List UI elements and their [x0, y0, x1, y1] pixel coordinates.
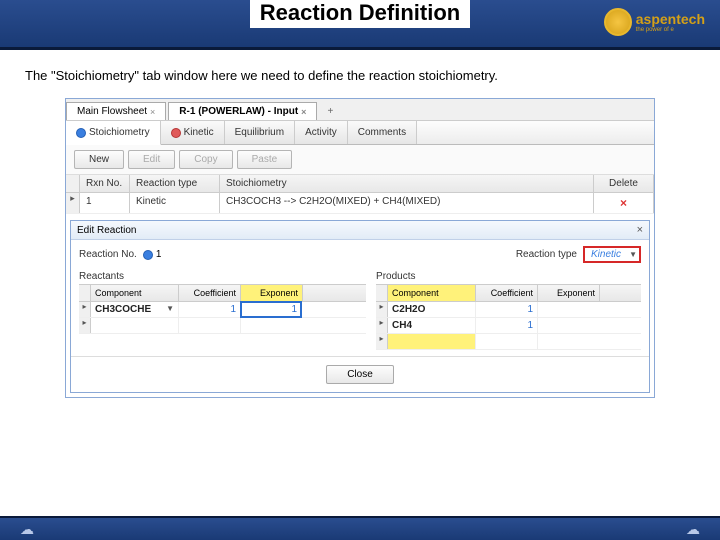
cell-rxn-no: 1 [80, 193, 130, 213]
products-title: Products [376, 271, 641, 282]
reactant-row-empty[interactable]: ▸ [79, 318, 366, 334]
subtab-activity[interactable]: Activity [295, 121, 348, 144]
edit-reaction-dialog: Edit Reaction × Reaction No. 1 Reaction … [70, 220, 650, 393]
reactants-panel: Reactants Component Coefficient Exponent… [79, 271, 366, 350]
slide-footer: ☁ ☁ [0, 516, 720, 540]
tab-label: Main Flowsheet [77, 106, 147, 117]
col-component: Component [388, 285, 476, 301]
chevron-down-icon: ▼ [629, 250, 637, 259]
reaction-no-text: 1 [156, 249, 162, 260]
copy-button[interactable]: Copy [179, 150, 232, 169]
logo-text: aspentech [636, 11, 705, 27]
products-header: Component Coefficient Exponent [376, 284, 641, 302]
close-button[interactable]: Close [326, 365, 394, 384]
product-row[interactable]: ▸ CH4 1 [376, 318, 641, 334]
product-component-cell[interactable]: CH4 [388, 318, 476, 333]
product-component-cell[interactable]: C2H2O [388, 302, 476, 317]
reaction-type-label: Reaction type [516, 249, 577, 260]
dialog-footer: Close [71, 356, 649, 392]
dialog-title: Edit Reaction [77, 225, 136, 236]
slide-title: Reaction Definition [250, 0, 470, 28]
reactants-title: Reactants [79, 271, 366, 282]
reactant-coefficient-cell[interactable]: 1 [179, 302, 241, 317]
delete-icon: × [620, 196, 627, 210]
row-marker-header [66, 175, 80, 192]
logo-icon [604, 8, 632, 36]
tab-main-flowsheet[interactable]: Main Flowsheet × [66, 102, 166, 120]
app-window: Main Flowsheet × R-1 (POWERLAW) - Input … [65, 98, 655, 398]
tab-add-button[interactable]: + [319, 103, 341, 120]
subtab-label: Stoichiometry [89, 127, 150, 138]
subtab-comments[interactable]: Comments [348, 121, 417, 144]
reactant-exponent-cell[interactable]: 1 [241, 302, 301, 317]
subtab-label: Comments [358, 127, 406, 138]
product-row[interactable]: ▸ C2H2O 1 [376, 302, 641, 318]
required-icon [171, 128, 181, 138]
subtab-strip: Stoichiometry Kinetic Equilibrium Activi… [66, 121, 654, 145]
cell-reaction-type: Kinetic [130, 193, 220, 213]
subtab-label: Activity [305, 127, 337, 138]
edit-button[interactable]: Edit [128, 150, 175, 169]
paste-button[interactable]: Paste [237, 150, 293, 169]
reaction-type-dropdown[interactable]: Kinetic ▼ [583, 246, 641, 263]
reaction-fields: Reaction No. 1 Reaction type Kinetic ▼ [79, 246, 641, 263]
product-component-cell-active[interactable] [388, 334, 476, 349]
new-button[interactable]: New [74, 150, 124, 169]
row-marker: ▸ [79, 302, 91, 317]
close-icon[interactable]: × [150, 107, 155, 117]
document-tab-strip: Main Flowsheet × R-1 (POWERLAW) - Input … [66, 99, 654, 121]
col-component: Component [91, 285, 179, 301]
col-delete: Delete [594, 175, 654, 192]
dialog-close-button[interactable]: × [637, 224, 643, 236]
chevron-down-icon: ▼ [166, 304, 174, 313]
logo: aspentech the power of e [604, 8, 705, 36]
logo-subtext: the power of e [636, 27, 705, 33]
col-coefficient: Coefficient [179, 285, 241, 301]
cloud-icon: ☁ [686, 521, 700, 538]
product-coefficient-cell[interactable]: 1 [476, 318, 538, 333]
dialog-titlebar: Edit Reaction × [71, 221, 649, 240]
col-rxn-no: Rxn No. [80, 175, 130, 192]
subtab-equilibrium[interactable]: Equilibrium [225, 121, 295, 144]
reaction-grid-row[interactable]: ▸ 1 Kinetic CH3COCH3 --> C2H2O(MIXED) + … [66, 193, 654, 214]
cloud-icon: ☁ [20, 521, 34, 538]
product-exponent-cell[interactable] [538, 318, 598, 333]
col-exponent: Exponent [538, 285, 600, 301]
close-icon[interactable]: × [301, 107, 306, 117]
tab-reaction-input[interactable]: R-1 (POWERLAW) - Input × [168, 102, 317, 120]
col-reaction-type: Reaction type [130, 175, 220, 192]
check-icon [143, 250, 153, 260]
product-exponent-cell[interactable] [538, 302, 598, 317]
tab-label: R-1 (POWERLAW) - Input [179, 106, 298, 117]
col-exponent: Exponent [241, 285, 303, 301]
reaction-type-value: Kinetic [591, 249, 621, 260]
subtab-kinetic[interactable]: Kinetic [161, 121, 225, 144]
product-row-empty[interactable]: ▸ [376, 334, 641, 350]
products-panel: Products Component Coefficient Exponent … [376, 271, 641, 350]
subtab-label: Equilibrium [235, 127, 284, 138]
cell-stoichiometry: CH3COCH3 --> C2H2O(MIXED) + CH4(MIXED) [220, 193, 594, 213]
slide-description: The "Stoichiometry" tab window here we n… [0, 50, 720, 93]
product-coefficient-cell[interactable]: 1 [476, 302, 538, 317]
delete-row-button[interactable]: × [594, 193, 654, 213]
subtab-stoichiometry[interactable]: Stoichiometry [66, 121, 161, 145]
reaction-no-label: Reaction No. [79, 249, 137, 260]
check-icon [76, 128, 86, 138]
toolbar: New Edit Copy Paste [66, 145, 654, 175]
col-coefficient: Coefficient [476, 285, 538, 301]
slide-header: Reaction Definition aspentech the power … [0, 0, 720, 50]
reactant-row[interactable]: ▸ CH3COCHE▼ 1 1 [79, 302, 366, 318]
reaction-grid-header: Rxn No. Reaction type Stoichiometry Dele… [66, 175, 654, 193]
subtab-label: Kinetic [184, 127, 214, 138]
reaction-no-value[interactable]: 1 [143, 249, 162, 260]
reactant-component-cell[interactable]: CH3COCHE▼ [91, 302, 179, 317]
col-stoichiometry: Stoichiometry [220, 175, 594, 192]
reactants-header: Component Coefficient Exponent [79, 284, 366, 302]
row-marker: ▸ [66, 193, 80, 213]
